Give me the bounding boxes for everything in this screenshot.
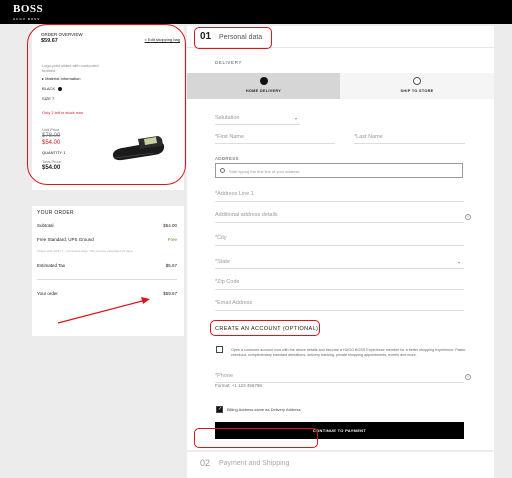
arrow-annotation: [57, 297, 150, 324]
